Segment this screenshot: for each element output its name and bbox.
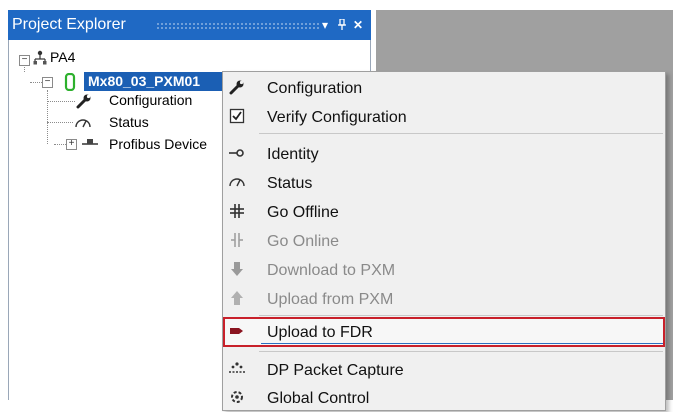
status-gauge-icon — [74, 115, 92, 134]
collapse-pa4-toggle[interactable]: − — [19, 55, 30, 66]
menu-item-upload-from-pxm[interactable]: Upload from PXM — [223, 286, 665, 313]
tree-node-status[interactable]: Status — [109, 114, 149, 130]
dropdown-icon[interactable]: ▾ — [318, 15, 332, 35]
wrench-icon — [227, 79, 247, 99]
menu-item-global-control[interactable]: Global Control — [223, 385, 665, 412]
menu-item-label: Identity — [267, 146, 319, 163]
go-online-icon — [227, 232, 247, 252]
menu-separator — [259, 315, 663, 316]
tree-node-profibus-device[interactable]: Profibus Device — [109, 136, 207, 152]
expand-profibus-toggle[interactable]: + — [66, 139, 77, 150]
collapse-device-toggle[interactable]: − — [42, 77, 53, 88]
context-menu: Configuration Verify Configuration Ident… — [222, 71, 666, 411]
upload-arrow-icon — [227, 290, 247, 310]
fdr-icon — [227, 323, 247, 343]
download-arrow-icon — [227, 261, 247, 281]
menu-item-go-offline[interactable]: Go Offline — [223, 199, 665, 226]
menu-item-label: Go Online — [267, 233, 340, 250]
network-icon — [32, 50, 48, 71]
menu-item-label: Download to PXM — [267, 262, 396, 279]
go-offline-icon — [227, 203, 247, 223]
menu-item-label: Configuration — [267, 80, 363, 97]
menu-item-identity[interactable]: Identity — [223, 141, 665, 168]
pin-icon[interactable] — [335, 15, 349, 35]
menu-item-download-to-pxm[interactable]: Download to PXM — [223, 257, 665, 284]
wrench-icon — [76, 93, 92, 114]
menu-item-label: DP Packet Capture — [267, 362, 404, 379]
close-icon[interactable]: ✕ — [351, 15, 365, 35]
identity-icon — [227, 145, 247, 165]
profibus-device-icon — [81, 136, 99, 155]
title-bar-grip — [156, 22, 319, 30]
menu-item-label: Verify Configuration — [267, 109, 407, 126]
global-control-icon — [227, 389, 247, 409]
menu-item-dp-packet-capture[interactable]: DP Packet Capture — [223, 357, 665, 384]
menu-item-upload-to-fdr[interactable]: Upload to FDR — [223, 319, 665, 346]
tree-node-configuration[interactable]: Configuration — [109, 92, 192, 108]
menu-item-label: Upload to FDR — [267, 324, 373, 341]
menu-separator — [259, 133, 663, 134]
explorer-title-bar[interactable]: Project Explorer ▾ ✕ — [8, 10, 371, 40]
menu-item-go-online[interactable]: Go Online — [223, 228, 665, 255]
menu-item-status[interactable]: Status — [223, 170, 665, 197]
menu-item-label: Upload from PXM — [267, 291, 394, 308]
menu-item-label: Status — [267, 175, 313, 192]
packet-capture-icon — [227, 361, 247, 381]
tree-node-pa4[interactable]: PA4 — [50, 49, 75, 65]
menu-item-verify-configuration[interactable]: Verify Configuration — [223, 104, 665, 131]
checkbox-icon — [227, 108, 247, 128]
menu-item-label: Go Offline — [267, 204, 339, 221]
menu-item-label: Global Control — [267, 390, 370, 407]
status-gauge-icon — [227, 174, 247, 194]
device-status-icon — [63, 72, 77, 96]
menu-separator — [259, 351, 663, 352]
explorer-title: Project Explorer — [12, 16, 126, 33]
menu-item-configuration[interactable]: Configuration — [223, 75, 665, 102]
